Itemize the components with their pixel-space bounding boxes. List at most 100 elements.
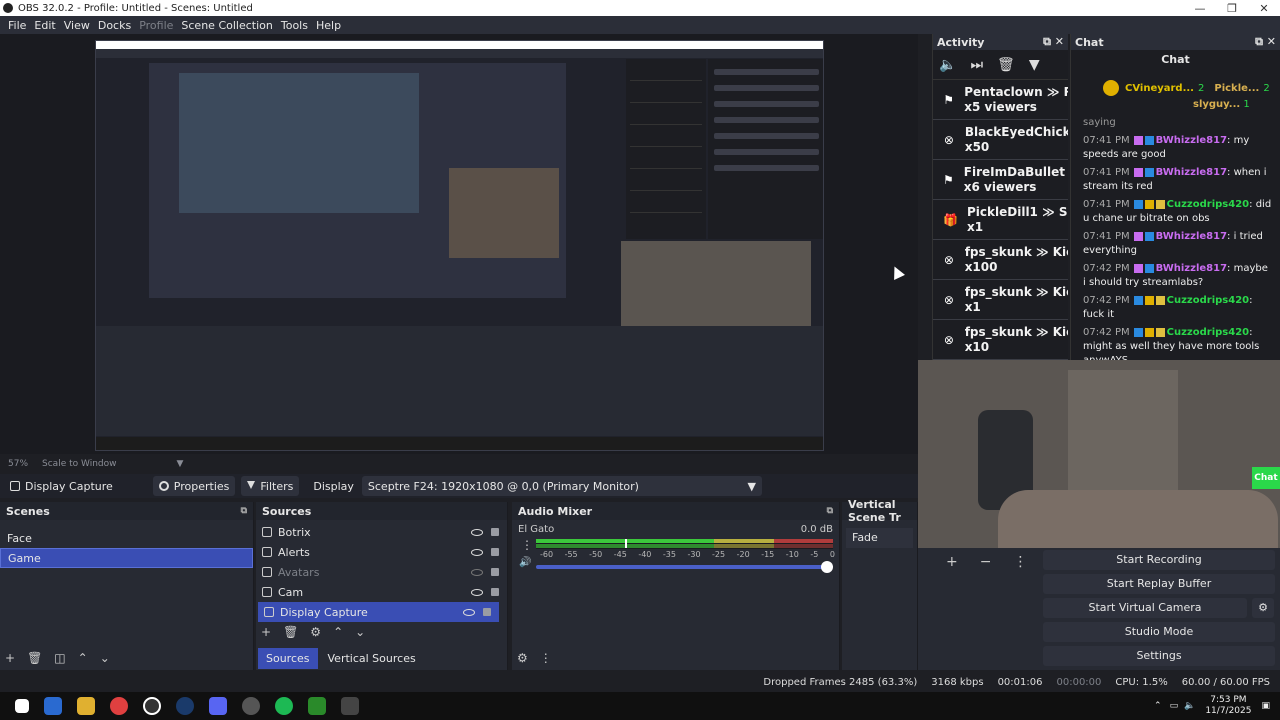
source-item-display-capture[interactable]: Display Capture [258,602,499,622]
start-replay-buffer-button[interactable]: Start Replay Buffer [1043,574,1275,594]
transition-select[interactable]: Fade [846,528,913,548]
scene-item-game[interactable]: Game [0,548,253,568]
gear-icon[interactable]: ⚙ [1252,598,1274,618]
add-icon[interactable]: + [946,554,958,570]
close-icon[interactable]: ⧉ ✕ [1043,35,1064,49]
skip-icon[interactable]: ⏭ [970,57,983,73]
source-item-botrix[interactable]: Botrix [256,522,507,542]
trash-icon[interactable]: 🗑 [27,651,42,665]
spotify-icon[interactable] [275,697,293,715]
menu-tools[interactable]: Tools [281,19,308,32]
volume-icon[interactable]: 🔈 [939,57,956,73]
close-icon[interactable]: ⧉ ✕ [1255,35,1276,49]
gear-icon[interactable]: ⚙ [517,651,528,665]
volume-slider-knob[interactable] [821,561,833,573]
eye-icon[interactable] [471,528,483,536]
discord-icon[interactable] [209,697,227,715]
chat-user[interactable]: BWhizzle817 [1156,167,1227,178]
chrome-icon[interactable] [110,697,128,715]
activity-item[interactable]: ⊗ fps_skunk ≫ Kicksx10 [933,320,1068,360]
scale-mode[interactable]: Scale to Window [42,459,116,469]
notification-icon[interactable]: ▣ [1261,701,1270,711]
lock-icon[interactable] [491,548,499,556]
kebab-menu-icon[interactable]: ⋮ [540,651,552,665]
properties-button[interactable]: Properties [152,476,236,496]
menu-file[interactable]: File [8,19,26,32]
lock-icon[interactable] [491,528,499,536]
lock-icon[interactable] [483,608,491,616]
eye-icon[interactable] [471,548,483,556]
taskbar-app-icon[interactable] [44,697,62,715]
volume-slider[interactable] [536,561,833,573]
source-item-cam[interactable]: Cam [256,582,507,602]
program-preview[interactable] [0,34,918,454]
start-virtual-camera-button[interactable]: Start Virtual Camera [1043,598,1247,618]
chevron-up-icon[interactable]: ⌃ [333,625,343,639]
gear-icon[interactable]: ⚙ [310,625,321,639]
settings-button[interactable]: Settings [1043,646,1275,666]
menu-scene-collection[interactable]: Scene Collection [181,19,272,32]
filter-icon[interactable]: ▼ [1029,57,1040,73]
folder-icon[interactable] [77,697,95,715]
eye-hidden-icon[interactable] [471,568,483,576]
trash-icon[interactable]: 🗑 [283,625,298,639]
maximize-button[interactable]: ❐ [1216,2,1248,15]
chat-user[interactable]: BWhizzle817 [1156,263,1227,274]
network-icon[interactable]: ▭ [1170,701,1179,711]
chevron-down-icon[interactable]: ⌄ [100,651,110,665]
chat-user[interactable]: Cuzzodrips420 [1167,327,1249,338]
taskbar-app-icon[interactable] [242,697,260,715]
terminal-icon[interactable] [308,697,326,715]
clock[interactable]: 7:53 PM 11/7/2025 [1205,695,1251,717]
menu-help[interactable]: Help [316,19,341,32]
activity-item[interactable]: ⊗ fps_skunk ≫ Kicksx1 [933,280,1068,320]
chat-user[interactable]: Cuzzodrips420 [1167,199,1249,210]
webcam-floating-window[interactable]: Chat [918,360,1280,548]
menu-view[interactable]: View [64,19,90,32]
activity-item[interactable]: ⚑ Pentaclown ≫ Raidx5 viewers [933,80,1068,120]
eye-icon[interactable] [471,588,483,596]
add-source-icon[interactable]: + [261,625,271,639]
menu-edit[interactable]: Edit [34,19,55,32]
lock-icon[interactable] [491,588,499,596]
filters-button[interactable]: Filters [241,476,300,496]
chevron-up-icon[interactable]: ⌃ [1154,701,1162,711]
undock-icon[interactable]: ⧉ [827,506,833,516]
kebab-menu-icon[interactable]: ⋮ [521,538,533,552]
chat-user[interactable]: BWhizzle817 [1156,231,1227,242]
volume-icon[interactable]: 🔈 [1184,701,1195,711]
windows-start-icon[interactable] [15,699,29,713]
undock-icon[interactable]: ⧉ [241,506,247,516]
activity-item[interactable]: ⊗ BlackEyedChickenx50 [933,120,1068,160]
tab-sources[interactable]: Sources [258,647,318,669]
chat-button[interactable]: Chat [1252,467,1280,489]
speaker-icon[interactable]: 🔊 [519,557,531,568]
taskbar-app-icon[interactable] [341,697,359,715]
activity-item[interactable]: 🎁 PickleDill1 ≫ Subsx1 [933,200,1068,240]
eye-icon[interactable] [463,608,475,616]
chevron-down-icon[interactable]: ⌄ [355,625,365,639]
chevron-down-icon[interactable]: ▼ [176,459,183,469]
activity-item[interactable]: ⚑ FireImDaBullet ≫ Rax6 viewers [933,160,1068,200]
lock-icon[interactable] [491,568,499,576]
add-scene-icon[interactable]: + [5,651,15,665]
source-item-avatars[interactable]: Avatars [256,562,507,582]
trash-icon[interactable]: 🗑 [997,57,1015,73]
menu-profile[interactable]: Profile [139,19,173,32]
studio-mode-button[interactable]: Studio Mode [1043,622,1275,642]
activity-item[interactable]: ⊗ fps_skunk ≫ Kicksx100 [933,240,1068,280]
kebab-menu-icon[interactable]: ⋮ [1013,554,1027,570]
minus-icon[interactable]: − [980,554,992,570]
source-item-alerts[interactable]: Alerts [256,542,507,562]
chevron-up-icon[interactable]: ⌃ [78,651,88,665]
tab-vertical-sources[interactable]: Vertical Sources [320,648,424,669]
start-recording-button[interactable]: Start Recording [1043,550,1275,570]
display-select[interactable]: Sceptre F24: 1920x1080 @ 0,0 (Primary Mo… [361,476,762,496]
scene-filters-icon[interactable]: ◫ [54,651,65,665]
obs-icon[interactable] [143,697,161,715]
close-button[interactable]: ✕ [1248,2,1280,15]
menu-docks[interactable]: Docks [98,19,131,32]
minimize-button[interactable]: — [1184,2,1216,15]
steam-icon[interactable] [176,697,194,715]
scene-item-face[interactable]: Face [0,528,253,548]
